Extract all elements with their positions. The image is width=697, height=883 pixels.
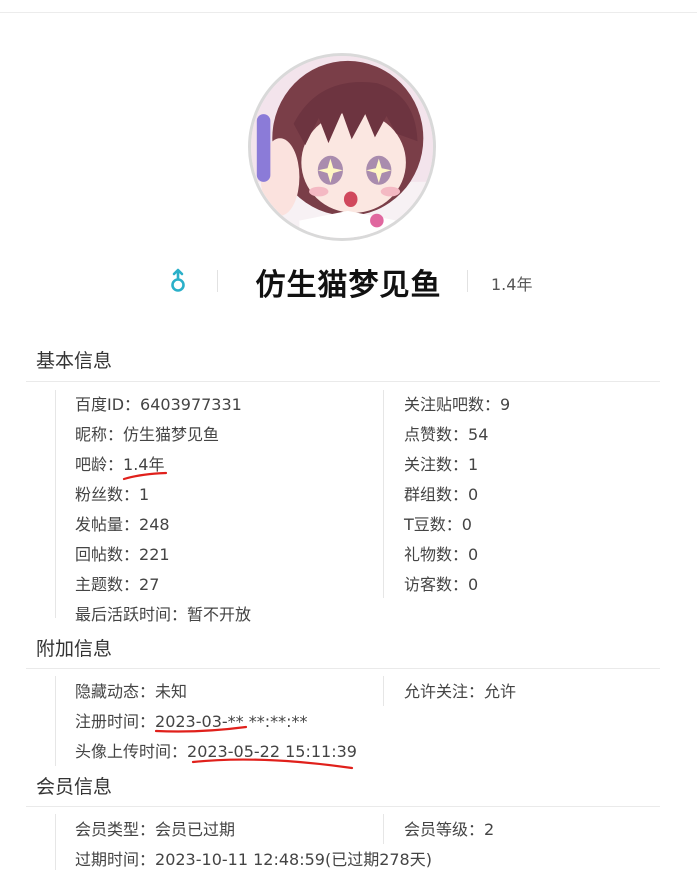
avatar	[248, 53, 436, 241]
value: 2023-10-11 12:48:59(已过期278天)	[155, 850, 432, 869]
value: 2	[484, 820, 495, 839]
section-title-vip: 会员信息	[36, 776, 113, 798]
value: 54	[468, 425, 489, 444]
value: 0	[468, 485, 479, 504]
age-badge: 1.4年	[491, 275, 533, 294]
header-divider-right	[467, 270, 468, 292]
value: 允许	[484, 682, 517, 701]
info-row-followed-bars: 关注贴吧数：9	[404, 391, 510, 415]
label: 发帖量：	[75, 515, 140, 534]
value: 0	[461, 515, 472, 534]
info-row-groups: 群组数：0	[404, 481, 478, 505]
vip-mid-rule	[383, 814, 384, 844]
value: 27	[139, 575, 160, 594]
label: 点赞数：	[404, 425, 469, 444]
value: 0	[468, 575, 479, 594]
info-row-baidu-id: 百度ID：6403977331	[75, 391, 242, 415]
info-row-gifts: 礼物数：0	[404, 541, 478, 565]
section-title-extra: 附加信息	[36, 638, 113, 660]
info-row-visitors: 访客数：0	[404, 571, 478, 595]
label: 访客数：	[404, 575, 469, 594]
section-title-basic: 基本信息	[36, 350, 113, 372]
label: 昵称：	[75, 425, 124, 444]
label: 百度ID：	[75, 395, 141, 414]
label: 礼物数：	[404, 545, 469, 564]
value: 1.4年	[123, 455, 165, 474]
label: 群组数：	[404, 485, 469, 504]
info-row-likes: 点赞数：54	[404, 421, 488, 445]
info-row-vip-type: 会员类型：会员已过期	[75, 816, 235, 840]
extra-left-rule	[55, 676, 56, 766]
label: 过期时间：	[75, 850, 156, 869]
info-row-posts: 发帖量：248	[75, 511, 170, 535]
label: 隐藏动态：	[75, 682, 156, 701]
label: 头像上传时间：	[75, 742, 188, 761]
label: 关注数：	[404, 455, 469, 474]
info-row-t-beans: T豆数：0	[404, 511, 472, 535]
info-row-following: 关注数：1	[404, 451, 478, 475]
label: 会员等级：	[404, 820, 485, 839]
label: T豆数：	[404, 515, 462, 534]
info-row-bar-age: 吧龄：1.4年	[75, 451, 164, 475]
value: 暂不开放	[187, 605, 252, 624]
info-row-fans: 粉丝数：1	[75, 481, 149, 505]
section-divider-vip	[26, 806, 660, 807]
label: 粉丝数：	[75, 485, 140, 504]
section-divider-basic	[26, 381, 660, 382]
value: 6403977331	[140, 395, 242, 414]
label: 回帖数：	[75, 545, 140, 564]
info-row-threads: 主题数：27	[75, 571, 159, 595]
value: 2023-05-22 15:11:39	[187, 742, 357, 761]
label: 会员类型：	[75, 820, 156, 839]
info-row-expire-time: 过期时间：2023-10-11 12:48:59(已过期278天)	[75, 846, 432, 870]
label: 最后活跃时间：	[75, 605, 188, 624]
label: 允许关注：	[404, 682, 485, 701]
label: 注册时间：	[75, 712, 156, 731]
value: 2023-03-** **:**:**	[155, 712, 308, 731]
label: 吧龄：	[75, 455, 124, 474]
value: 未知	[155, 682, 188, 701]
value: 1	[139, 485, 150, 504]
info-row-hidden-activity: 隐藏动态：未知	[75, 678, 187, 702]
basic-mid-rule	[383, 390, 384, 598]
info-row-avatar-upload-time: 头像上传时间：2023-05-22 15:11:39	[75, 738, 357, 762]
label: 主题数：	[75, 575, 140, 594]
info-row-allow-follow: 允许关注：允许	[404, 678, 516, 702]
info-row-last-active: 最后活跃时间：暂不开放	[75, 601, 251, 625]
extra-mid-rule	[383, 676, 384, 706]
top-divider	[0, 12, 697, 13]
username: 仿生猫梦见鱼	[255, 268, 442, 303]
info-row-replies: 回帖数：221	[75, 541, 170, 565]
basic-left-rule	[55, 390, 56, 618]
info-row-vip-level: 会员等级：2	[404, 816, 494, 840]
vip-left-rule	[55, 814, 56, 870]
value: 221	[139, 545, 170, 564]
label: 关注贴吧数：	[404, 395, 501, 414]
value: 1	[468, 455, 479, 474]
value: 会员已过期	[155, 820, 236, 839]
section-divider-extra	[26, 668, 660, 669]
info-row-nickname: 昵称：仿生猫梦见鱼	[75, 421, 219, 445]
value: 仿生猫梦见鱼	[123, 425, 220, 444]
value: 0	[468, 545, 479, 564]
value: 9	[500, 395, 511, 414]
info-row-register-time: 注册时间：2023-03-** **:**:**	[75, 708, 308, 732]
value: 248	[139, 515, 170, 534]
